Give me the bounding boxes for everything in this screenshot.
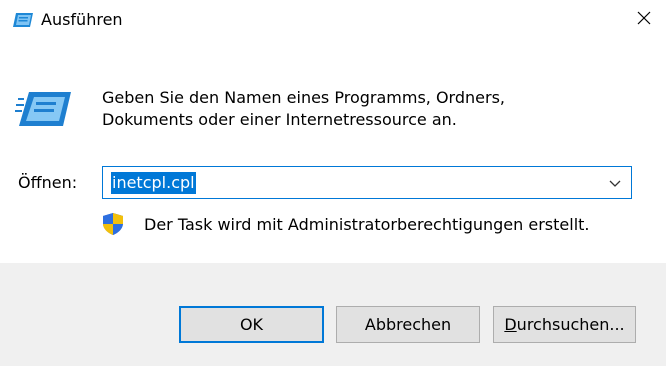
description-line-1: Geben Sie den Namen eines Programms, Ord… bbox=[102, 88, 505, 107]
open-input[interactable]: inetcpl.cpl bbox=[111, 172, 196, 194]
cancel-button-label: Abbrechen bbox=[364, 315, 452, 334]
ok-button-label: OK bbox=[239, 315, 264, 334]
close-icon bbox=[636, 10, 652, 30]
open-label: Öffnen: bbox=[18, 173, 78, 192]
chevron-down-icon[interactable] bbox=[605, 173, 625, 193]
run-icon bbox=[12, 12, 34, 28]
close-button[interactable] bbox=[622, 0, 666, 40]
title-bar[interactable]: Ausführen bbox=[0, 0, 666, 42]
description-line-2: Dokuments oder einer Internetressource a… bbox=[102, 110, 457, 129]
browse-label-rest: urchsuchen... bbox=[516, 315, 625, 334]
run-dialog: Ausführen Geben Sie den Namen eines Prog… bbox=[0, 0, 666, 366]
run-icon bbox=[15, 90, 73, 128]
cancel-button[interactable]: Abbrechen bbox=[336, 306, 480, 343]
shield-icon bbox=[102, 212, 124, 236]
admin-note: Der Task wird mit Administratorberechtig… bbox=[144, 215, 590, 234]
description-text: Geben Sie den Namen eines Programms, Ord… bbox=[102, 87, 622, 131]
browse-button[interactable]: Durchsuchen... bbox=[493, 306, 636, 343]
open-combobox[interactable]: inetcpl.cpl bbox=[102, 166, 632, 199]
browse-button-label: Durchsuchen... bbox=[504, 315, 624, 334]
ok-button[interactable]: OK bbox=[179, 306, 324, 343]
window-title: Ausführen bbox=[41, 10, 123, 29]
browse-mnemonic: D bbox=[504, 315, 517, 334]
